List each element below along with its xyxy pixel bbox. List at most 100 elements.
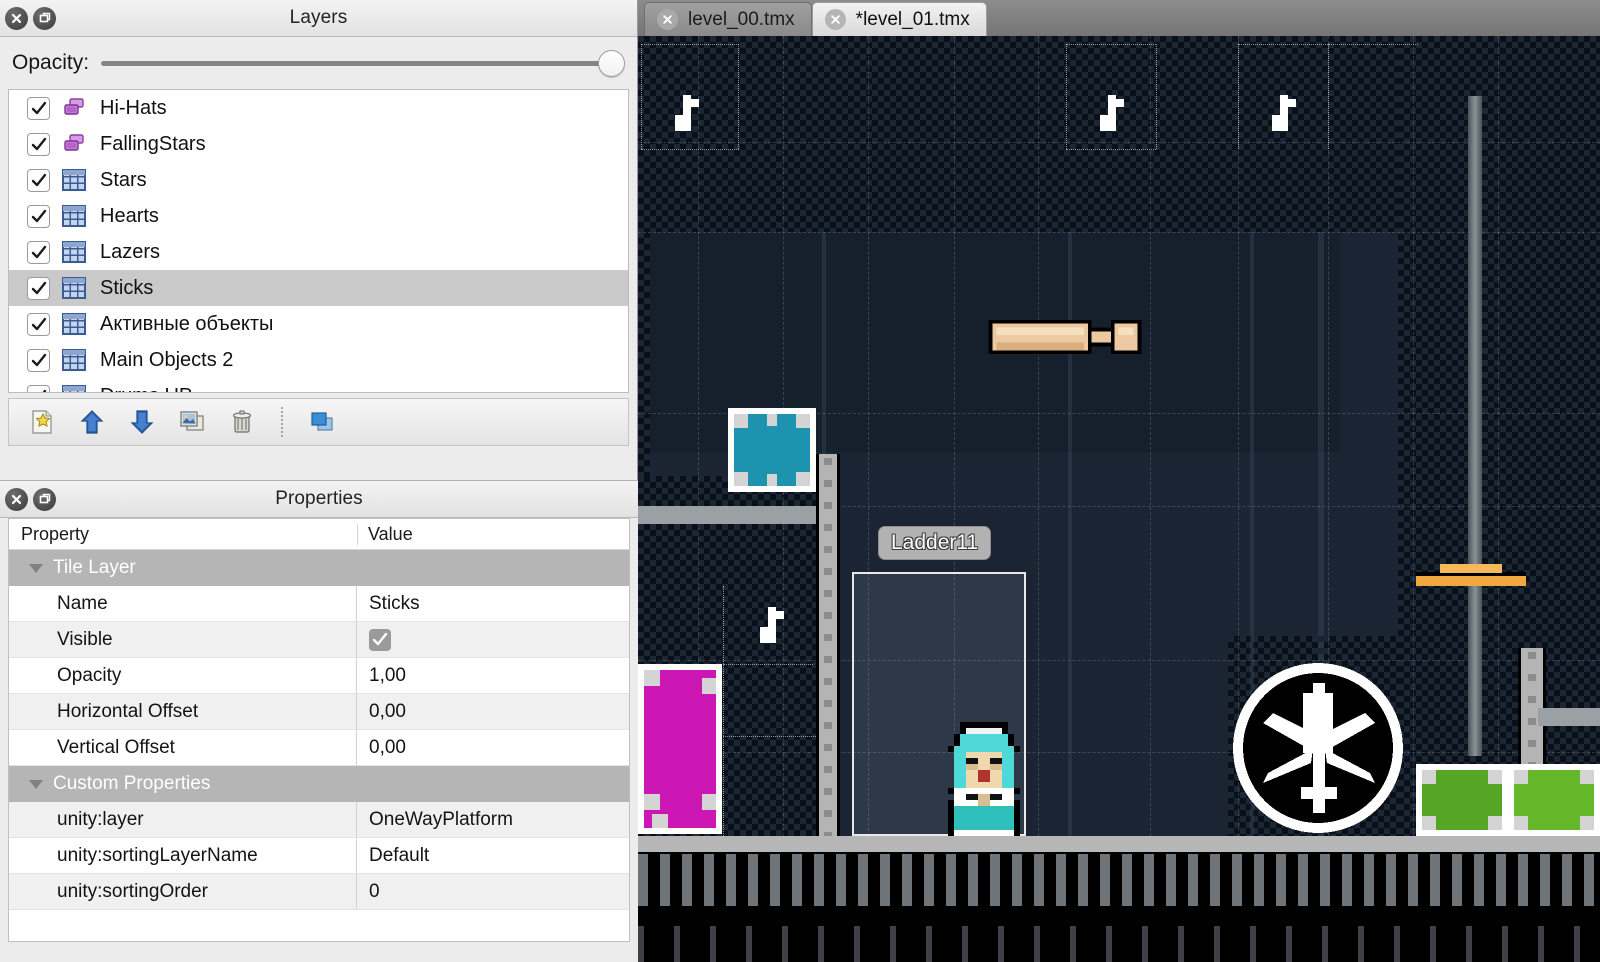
tile-layer-icon <box>62 384 88 393</box>
opacity-slider[interactable] <box>101 48 625 78</box>
layer-row[interactable]: Hi-Hats <box>9 90 628 126</box>
layer-visibility-checkbox[interactable] <box>27 313 50 336</box>
object-layer-icon <box>62 132 88 156</box>
layer-properties-button[interactable] <box>305 405 339 439</box>
opacity-label: Opacity: <box>12 51 89 75</box>
grid-line <box>1038 36 1039 836</box>
tile-layer-icon <box>62 204 88 228</box>
property-row[interactable]: Opacity1,00 <box>9 658 629 694</box>
layer-visibility-checkbox[interactable] <box>27 349 50 372</box>
cymbal <box>1416 572 1526 586</box>
layer-name-label: Hi-Hats <box>100 97 167 120</box>
layers-panel-title: Layers <box>0 7 637 29</box>
layer-row[interactable]: Lazers <box>9 234 628 270</box>
property-row[interactable]: unity:sortingLayerNameDefault <box>9 838 629 874</box>
property-value-cell[interactable]: OneWayPlatform <box>357 802 629 837</box>
layer-visibility-checkbox[interactable] <box>27 97 50 120</box>
object-outline <box>641 44 739 45</box>
close-icon[interactable] <box>825 9 846 30</box>
stand-pole <box>1468 96 1482 756</box>
close-icon[interactable] <box>5 488 28 511</box>
property-group-header[interactable]: Custom Properties <box>9 766 629 802</box>
property-value-cell[interactable] <box>357 622 629 657</box>
layer-visibility-checkbox[interactable] <box>27 385 50 394</box>
property-name-cell: Visible <box>9 622 357 657</box>
property-row[interactable]: Visible <box>9 622 629 658</box>
chevron-down-icon[interactable] <box>29 564 43 573</box>
layer-visibility-checkbox[interactable] <box>27 133 50 156</box>
tuning-fork-emblem <box>1233 662 1403 839</box>
property-value-cell[interactable]: 0,00 <box>357 694 629 729</box>
layer-visibility-checkbox[interactable] <box>27 277 50 300</box>
undock-icon[interactable] <box>33 488 56 511</box>
layers-list[interactable]: Hi-Hats FallingStars Stars Hearts Lazers Stic… <box>8 89 629 393</box>
object-outline <box>641 44 642 149</box>
layer-row[interactable]: FallingStars <box>9 126 628 162</box>
properties-table-header: Property Value <box>9 519 629 550</box>
opacity-slider-handle[interactable] <box>598 50 625 77</box>
property-value-cell[interactable]: 0,00 <box>357 730 629 765</box>
property-row[interactable]: unity:layerOneWayPlatform <box>9 802 629 838</box>
music-note-icon <box>671 94 703 145</box>
document-tab[interactable]: level_00.tmx <box>644 2 812 36</box>
property-value-cell[interactable]: Sticks <box>357 586 629 621</box>
layer-name-label: Sticks <box>100 277 153 300</box>
floor-teeth-pattern <box>638 854 1600 906</box>
layer-row[interactable]: Активные объекты <box>9 306 628 342</box>
property-row[interactable]: Vertical Offset0,00 <box>9 730 629 766</box>
layer-visibility-checkbox[interactable] <box>27 205 50 228</box>
layers-panel-header: Layers <box>0 0 637 37</box>
property-row[interactable]: Horizontal Offset0,00 <box>9 694 629 730</box>
object-outline <box>1156 44 1157 149</box>
layer-name-label: FallingStars <box>100 133 206 156</box>
layer-row[interactable]: Hearts <box>9 198 628 234</box>
property-group-header[interactable]: Tile Layer <box>9 550 629 586</box>
layer-name-label: Stars <box>100 169 147 192</box>
document-tabbar[interactable]: level_00.tmx*level_01.tmx <box>638 0 1600 36</box>
layer-row[interactable]: Main Objects 2 <box>9 342 628 378</box>
properties-table[interactable]: Property Value Tile LayerNameSticksVisib… <box>8 518 630 942</box>
property-row[interactable]: NameSticks <box>9 586 629 622</box>
move-layer-down-button[interactable] <box>125 405 159 439</box>
property-row[interactable]: unity:sortingOrder0 <box>9 874 629 910</box>
property-value-cell[interactable]: 1,00 <box>357 658 629 693</box>
document-tab[interactable]: *level_01.tmx <box>812 2 987 36</box>
layer-visibility-checkbox[interactable] <box>27 241 50 264</box>
visible-checkbox[interactable] <box>369 629 391 651</box>
new-layer-button[interactable] <box>25 405 59 439</box>
property-value-cell[interactable]: 0 <box>357 874 629 909</box>
cymbal-top <box>1440 564 1502 573</box>
property-value-cell[interactable]: Default <box>357 838 629 873</box>
property-name-cell: Horizontal Offset <box>9 694 357 729</box>
green-platform-block <box>1508 764 1600 836</box>
layer-row[interactable]: Stars <box>9 162 628 198</box>
delete-layer-button[interactable] <box>225 405 259 439</box>
layer-visibility-checkbox[interactable] <box>27 169 50 192</box>
layer-row[interactable]: Drums UP <box>9 378 628 393</box>
map-canvas[interactable]: Ladder11 <box>638 36 1600 962</box>
layer-row[interactable]: Sticks <box>9 270 628 306</box>
move-layer-up-button[interactable] <box>75 405 109 439</box>
duplicate-layer-button[interactable] <box>175 405 209 439</box>
magenta-platform-block <box>638 664 722 834</box>
object-outline <box>641 149 739 150</box>
floor-teeth-pattern-2 <box>638 926 1600 962</box>
map-editor-pane: level_00.tmx*level_01.tmx <box>638 0 1600 962</box>
undock-icon[interactable] <box>33 7 56 30</box>
tile-layer-icon <box>62 276 88 300</box>
character-sprite <box>936 722 1032 841</box>
chevron-down-icon[interactable] <box>29 780 43 789</box>
opacity-row: Opacity: <box>0 37 637 89</box>
platform <box>638 506 818 524</box>
object-outline <box>1238 44 1239 149</box>
grid-line <box>1413 36 1414 836</box>
object-name-tooltip: Ladder11 <box>878 526 991 560</box>
property-name-cell: Vertical Offset <box>9 730 357 765</box>
teal-platform-block <box>728 408 816 492</box>
property-name-cell: unity:sortingLayerName <box>9 838 357 873</box>
layers-toolbar <box>8 398 629 446</box>
close-icon[interactable] <box>657 9 678 30</box>
toolbar-separator <box>281 407 283 437</box>
layer-name-label: Hearts <box>100 205 159 228</box>
close-icon[interactable] <box>5 7 28 30</box>
